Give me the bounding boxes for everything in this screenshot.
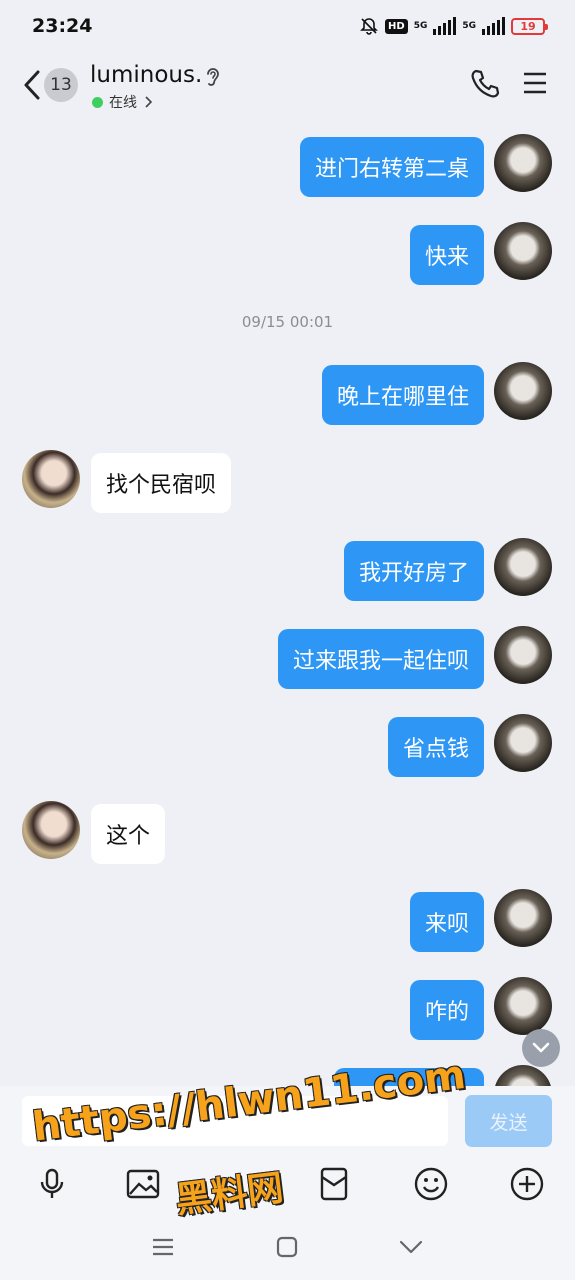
network-label: 5G bbox=[413, 20, 428, 31]
emoji-button[interactable] bbox=[411, 1164, 451, 1204]
signal-icon bbox=[482, 17, 505, 35]
avatar-self[interactable] bbox=[494, 222, 552, 280]
recents-button[interactable] bbox=[148, 1232, 178, 1262]
message-bubble[interactable]: 找个民宿呗 bbox=[91, 453, 232, 513]
avatar-contact[interactable] bbox=[22, 801, 80, 859]
red-packet-button[interactable] bbox=[314, 1164, 354, 1204]
image-button[interactable] bbox=[123, 1164, 163, 1204]
back-nav-button[interactable] bbox=[396, 1232, 426, 1262]
bell-off-icon bbox=[360, 18, 378, 35]
menu-icon[interactable] bbox=[522, 70, 548, 96]
scroll-to-bottom-button[interactable] bbox=[522, 1029, 560, 1067]
hd-icon: HD bbox=[385, 18, 408, 34]
message-bubble[interactable]: 这个 bbox=[91, 804, 166, 864]
avatar-self[interactable] bbox=[494, 714, 552, 772]
contact-name[interactable]: luminous. bbox=[90, 62, 202, 88]
chevron-right-icon bbox=[145, 96, 153, 108]
image-icon bbox=[126, 1169, 160, 1199]
mic-button[interactable] bbox=[32, 1164, 72, 1204]
system-nav-bar bbox=[0, 1222, 575, 1280]
network-label: 5G bbox=[462, 20, 476, 31]
message-bubble[interactable]: 来呗 bbox=[409, 892, 484, 952]
chevron-down-icon bbox=[532, 1042, 550, 1053]
battery-icon: 19 bbox=[511, 17, 548, 35]
ear-icon bbox=[207, 68, 219, 86]
message-timestamp: 09/15 00:01 bbox=[241, 313, 334, 331]
message-input[interactable] bbox=[22, 1096, 448, 1146]
message-bubble[interactable]: 咋的 bbox=[409, 980, 484, 1040]
message-bubble[interactable]: 过来跟我一起住呗 bbox=[277, 629, 484, 689]
plus-icon bbox=[510, 1167, 544, 1201]
status-bar: 23:24 HD 5G 5G 19 bbox=[0, 0, 575, 52]
avatar-self[interactable] bbox=[494, 626, 552, 684]
clock: 23:24 bbox=[32, 15, 93, 37]
status-icons: HD 5G 5G 19 bbox=[359, 16, 548, 36]
avatar-self[interactable] bbox=[494, 538, 552, 596]
avatar-self[interactable] bbox=[494, 134, 552, 192]
send-button[interactable]: 发送 bbox=[465, 1095, 552, 1147]
menu-icon bbox=[153, 1238, 173, 1256]
message-bubble[interactable]: 晚上在哪里住 bbox=[321, 365, 484, 425]
unread-count-badge[interactable]: 13 bbox=[44, 68, 78, 102]
home-button[interactable] bbox=[272, 1232, 302, 1262]
phone-icon[interactable] bbox=[470, 68, 500, 100]
avatar-self[interactable] bbox=[494, 362, 552, 420]
chat-header: 13 luminous. 在线 bbox=[0, 52, 575, 120]
chevron-down-icon bbox=[399, 1240, 423, 1254]
online-status[interactable]: 在线 bbox=[92, 92, 153, 112]
message-bubble[interactable]: 省点钱 bbox=[387, 717, 484, 777]
emoji-icon bbox=[414, 1167, 448, 1201]
avatar-self[interactable] bbox=[494, 889, 552, 947]
avatar-contact[interactable] bbox=[22, 450, 80, 508]
home-square-icon bbox=[276, 1236, 298, 1258]
message-bubble[interactable]: 进门右转第二桌 bbox=[299, 137, 484, 197]
message-bubble[interactable]: 我开好房了 bbox=[343, 541, 484, 601]
more-button[interactable] bbox=[507, 1164, 547, 1204]
message-bubble[interactable]: 快来 bbox=[409, 225, 484, 285]
red-packet-icon bbox=[320, 1167, 348, 1201]
online-status-label: 在线 bbox=[109, 95, 137, 111]
avatar-self[interactable] bbox=[494, 977, 552, 1035]
mic-icon bbox=[40, 1168, 64, 1198]
signal-icon bbox=[433, 17, 457, 35]
online-dot bbox=[92, 96, 103, 108]
